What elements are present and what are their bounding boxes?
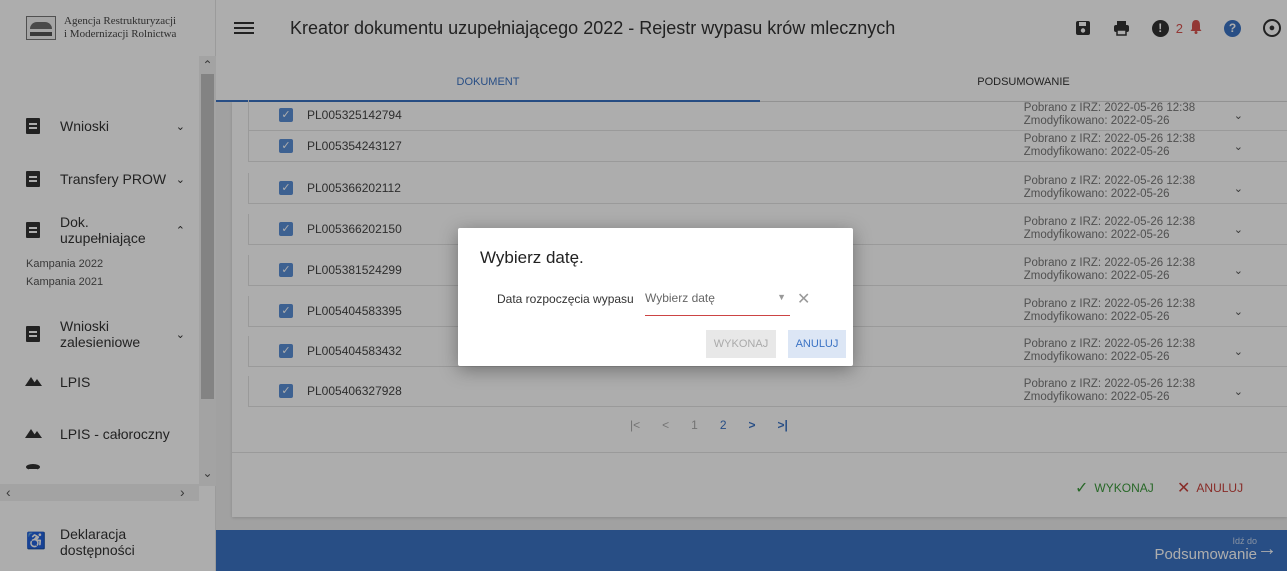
date-select[interactable]: Wybierz datę ▼ bbox=[645, 288, 790, 316]
date-select-placeholder: Wybierz datę bbox=[645, 291, 715, 305]
clear-icon[interactable]: ✕ bbox=[797, 289, 810, 309]
dialog-title: Wybierz datę. bbox=[480, 248, 584, 267]
dropdown-arrow-icon: ▼ bbox=[777, 292, 786, 302]
dialog-ok-button[interactable]: WYKONAJ bbox=[706, 330, 776, 358]
date-dialog: Wybierz datę. Data rozpoczęcia wypasu Wy… bbox=[458, 228, 853, 366]
dialog-cancel-button[interactable]: ANULUJ bbox=[788, 330, 846, 358]
date-field-label: Data rozpoczęcia wypasu bbox=[497, 292, 634, 306]
